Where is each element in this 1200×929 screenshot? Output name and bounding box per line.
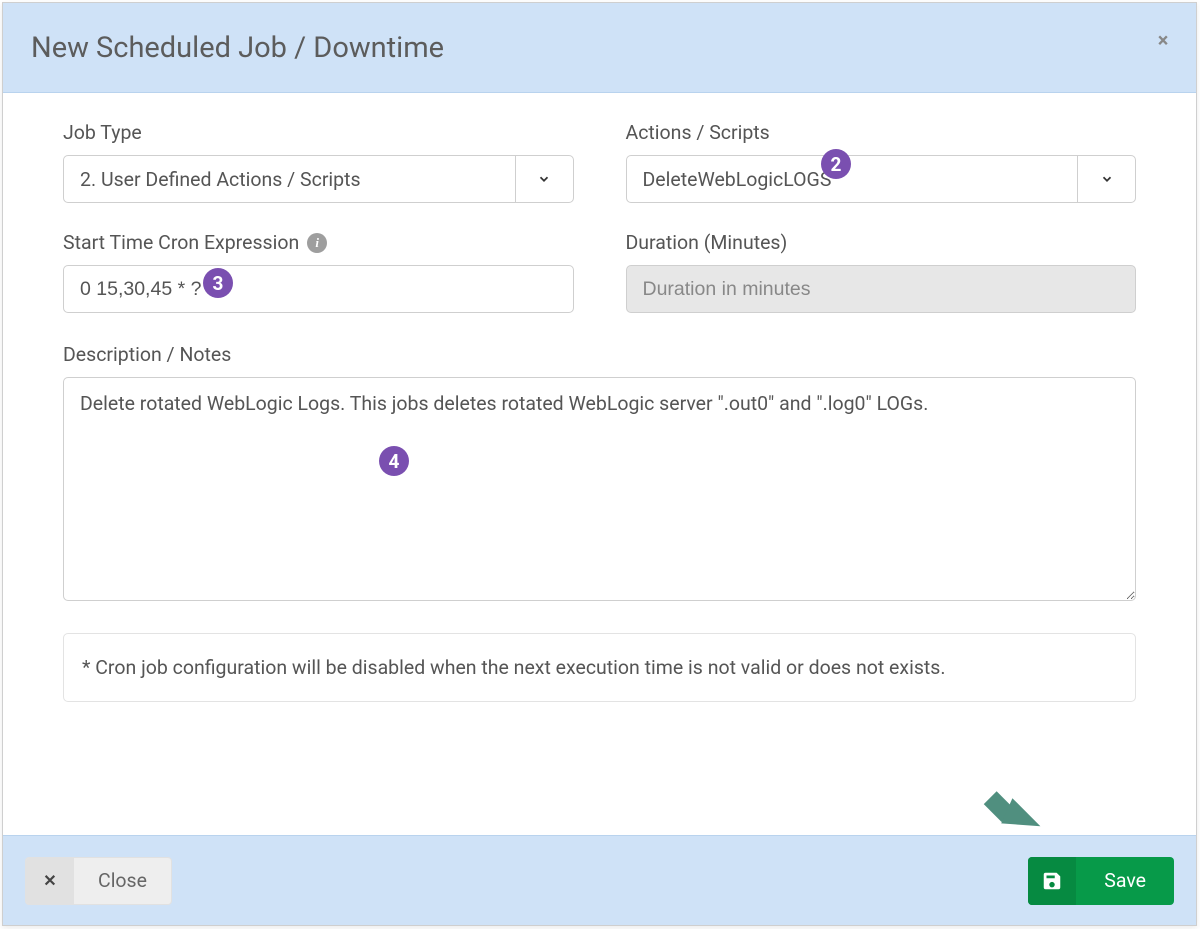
save-button[interactable]: Save [1028,857,1174,905]
save-icon [1028,857,1076,905]
actions-scripts-value: DeleteWebLogicLOGS [627,156,1078,202]
actions-scripts-select[interactable]: DeleteWebLogicLOGS [626,155,1137,203]
callout-2: 2 [821,149,851,179]
cron-input[interactable] [63,265,574,313]
dialog-body: 1 2 3 4 Job Type 2. User Defined Actions… [3,93,1196,835]
description-textarea[interactable] [63,377,1136,601]
job-type-label: Job Type [63,121,574,144]
job-type-select[interactable]: 2. User Defined Actions / Scripts [63,155,574,203]
duration-input [626,265,1137,313]
cron-note: * Cron job configuration will be disable… [63,633,1136,702]
save-button-label: Save [1076,869,1174,892]
cron-label-text: Start Time Cron Expression [63,231,299,254]
chevron-down-icon[interactable] [515,156,573,202]
callout-4: 4 [379,446,409,476]
actions-scripts-label: Actions / Scripts [626,121,1137,144]
description-label: Description / Notes [63,343,1136,366]
titlebar: New Scheduled Job / Downtime × [3,3,1196,93]
info-icon[interactable]: i [307,233,327,253]
chevron-down-icon[interactable] [1077,156,1135,202]
job-type-value: 2. User Defined Actions / Scripts [64,156,515,202]
cron-label: Start Time Cron Expression i [63,231,574,254]
duration-label: Duration (Minutes) [626,231,1137,254]
arrow-icon [976,773,1046,843]
dialog-title: New Scheduled Job / Downtime [31,31,444,65]
close-icon: ✕ [26,858,74,904]
dialog-footer: ✕ Close Save [3,835,1196,925]
close-button-label: Close [74,869,171,892]
close-button[interactable]: ✕ Close [25,857,172,905]
callout-3: 3 [203,268,233,298]
close-icon[interactable]: × [1148,25,1178,55]
dialog-new-scheduled-job: i New Scheduled Job / Downtime × 1 2 3 4… [2,2,1197,926]
